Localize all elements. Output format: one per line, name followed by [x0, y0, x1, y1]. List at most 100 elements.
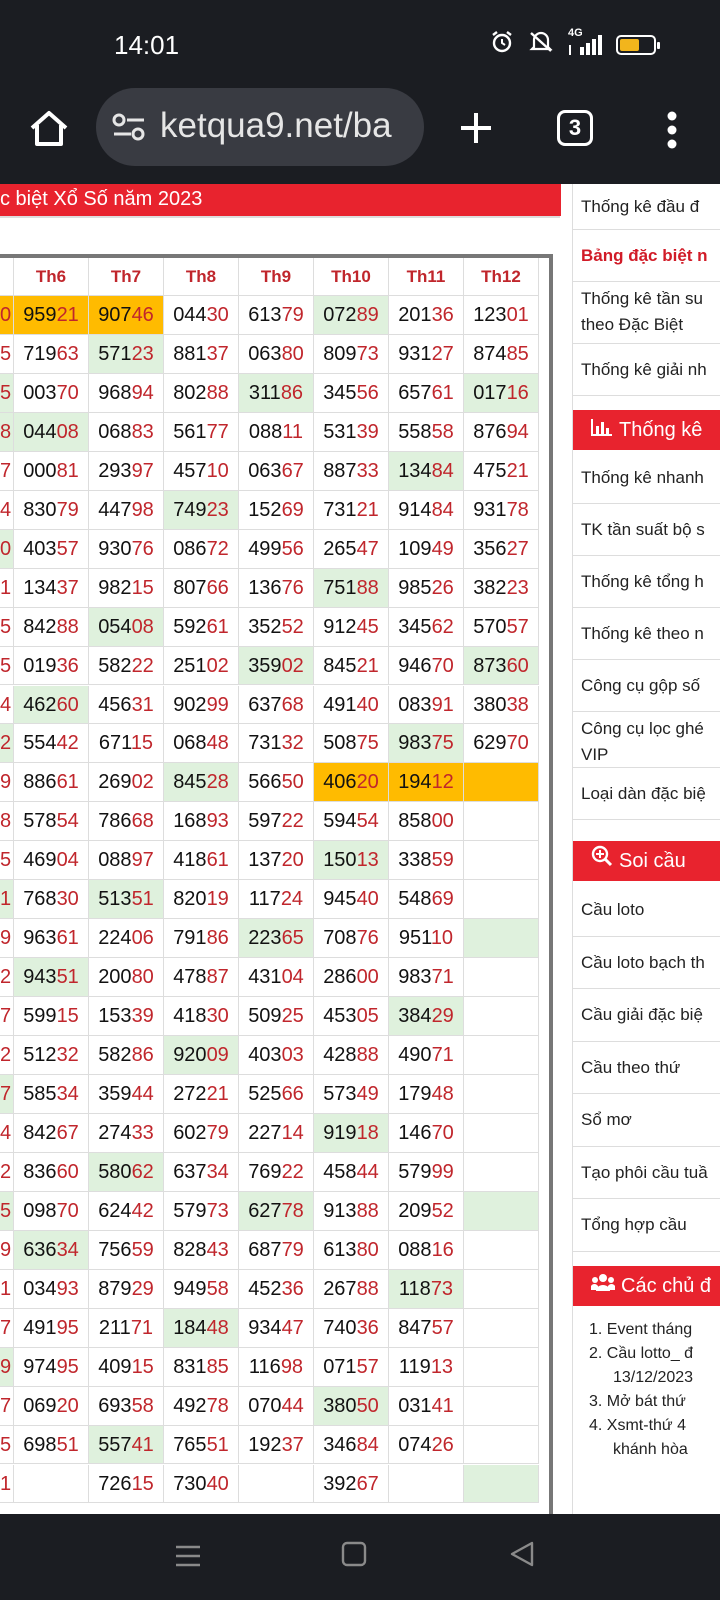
table-cell: 34556: [314, 373, 389, 413]
number-tail: 27: [431, 342, 454, 365]
number-head: 083: [398, 693, 432, 716]
sidebar-link[interactable]: Thống kê nhanh: [573, 452, 720, 504]
number-head: 920: [173, 1044, 207, 1067]
column-header: Th10: [314, 258, 389, 296]
number-tail: 33: [356, 459, 379, 482]
topic-list-item[interactable]: 4. Xsmt-thứ 4: [581, 1414, 720, 1438]
topic-list-item[interactable]: khánh hòa: [581, 1438, 720, 1462]
table-cell: 26788: [314, 1269, 389, 1309]
menu-lines-icon: [176, 1545, 200, 1567]
recent-apps-button[interactable]: [174, 1542, 202, 1575]
number-head: 311: [248, 381, 281, 404]
sidebar-link[interactable]: Thống kê tổng h: [573, 556, 720, 608]
tab-switcher-button[interactable]: 3: [557, 110, 593, 146]
table-cell: 63734: [164, 1152, 239, 1192]
sidebar-link[interactable]: Thống kê giải nh: [573, 344, 720, 396]
home-nav-button[interactable]: [340, 1540, 368, 1573]
table-cell: 76830: [14, 880, 89, 920]
table-cell: 27433: [89, 1113, 164, 1153]
sidebar-link[interactable]: Cầu giải đặc biệ: [573, 989, 720, 1042]
number-head: 453: [323, 1005, 357, 1028]
number-tail: 73: [356, 342, 379, 365]
number-head: 858: [398, 810, 432, 833]
sidebar-link[interactable]: Cầu loto bạch th: [573, 937, 720, 989]
sidebar-link[interactable]: Tạo phôi cầu tuầ: [573, 1147, 720, 1199]
sidebar-link[interactable]: Thống kê đầu đ: [573, 184, 720, 230]
number-tail: 40: [206, 1472, 229, 1495]
number-head: 582: [98, 654, 132, 677]
table-cell: 70876: [314, 919, 389, 959]
sidebar-link[interactable]: Công cụ lọc ghé VIP: [573, 712, 720, 768]
sidebar-link[interactable]: Thống kê tần su theo Đặc Biệt: [573, 282, 720, 344]
number-head: 836: [23, 1160, 57, 1183]
number-head: 730: [173, 1472, 207, 1495]
number-tail: 50: [356, 1394, 379, 1417]
number-tail: 08: [131, 615, 154, 638]
table-cell: 35944: [89, 1075, 164, 1114]
number-tail: 16: [506, 381, 529, 404]
number-head: 809: [323, 342, 357, 365]
home-icon: [30, 111, 68, 146]
topic-list-item[interactable]: 3. Mở bát thứ: [581, 1390, 720, 1414]
table-cell: 44798: [89, 490, 164, 530]
table-cell-edge-digit: 0: [0, 304, 12, 326]
number-head: 847: [398, 1316, 432, 1339]
sidebar-section-title: Soi cầu: [619, 850, 686, 872]
sidebar-link[interactable]: Cầu theo thứ: [573, 1042, 720, 1094]
number-tail: 36: [56, 654, 79, 677]
sidebar-link[interactable]: Công cụ gộp số: [573, 660, 720, 712]
sidebar-link[interactable]: Sổ mơ: [573, 1094, 720, 1147]
number-head: 509: [248, 1005, 282, 1028]
number-tail: 49: [431, 537, 454, 560]
site-settings-icon[interactable]: [112, 112, 146, 147]
address-bar[interactable]: ketqua9.net/ba: [96, 88, 424, 166]
table-cell: 98215: [89, 568, 164, 608]
table-cell-edge-digit: 9: [0, 927, 12, 950]
number-head: 382: [473, 576, 507, 599]
sidebar-link[interactable]: Loại dàn đặc biệ: [573, 768, 720, 820]
url-text[interactable]: ketqua9.net/ba: [160, 106, 392, 146]
table-cell: [464, 1425, 539, 1465]
sidebar-link[interactable]: Tổng hợp cầu: [573, 1199, 720, 1252]
number-head: 338: [398, 849, 432, 872]
number-tail: 22: [131, 654, 154, 677]
number-head: 512: [23, 1044, 57, 1067]
table-cell-edge: 5: [0, 373, 14, 413]
table-cell: 98526: [389, 568, 464, 608]
table-cell: 45305: [314, 997, 389, 1037]
number-tail: 61: [206, 849, 229, 872]
number-head: 802: [173, 381, 207, 404]
table-cell: 51351: [89, 880, 164, 920]
number-tail: 10: [206, 459, 229, 482]
number-tail: 61: [206, 615, 229, 638]
back-button[interactable]: [508, 1540, 536, 1573]
menu-button[interactable]: [666, 110, 678, 150]
number-head: 272: [173, 1083, 207, 1105]
number-head: 934: [248, 1316, 282, 1339]
sidebar-link[interactable]: Thống kê theo n: [573, 608, 720, 660]
header-divider: [0, 216, 560, 218]
table-cell: 84288: [14, 607, 89, 647]
table-cell: [464, 919, 539, 959]
topic-list-item[interactable]: 13/12/2023: [581, 1366, 720, 1390]
number-tail: 84: [431, 459, 454, 482]
table-cell: 57854: [14, 802, 89, 842]
sidebar-link[interactable]: Cầu loto: [573, 884, 720, 937]
table-cell: 06848: [164, 724, 239, 764]
topic-list-item[interactable]: 1. Event tháng: [581, 1318, 720, 1342]
number-head: 913: [323, 1199, 357, 1222]
new-tab-button[interactable]: [458, 110, 494, 146]
number-tail: 89: [356, 304, 379, 326]
number-tail: 86: [206, 927, 229, 950]
topic-list-item[interactable]: 2. Cầu lotto_ đ: [581, 1342, 720, 1366]
table-cell-edge: 5: [0, 334, 14, 374]
number-head: 153: [98, 1005, 132, 1028]
number-head: 137: [248, 849, 282, 872]
number-head: 447: [98, 498, 132, 521]
number-head: 044: [173, 304, 207, 326]
sidebar-link[interactable]: Bảng đặc biệt n: [573, 230, 720, 282]
home-button[interactable]: [26, 106, 72, 152]
number-tail: 78: [506, 498, 529, 521]
sidebar-link[interactable]: TK tần suất bộ s: [573, 504, 720, 556]
table-cell: 73132: [239, 724, 314, 764]
